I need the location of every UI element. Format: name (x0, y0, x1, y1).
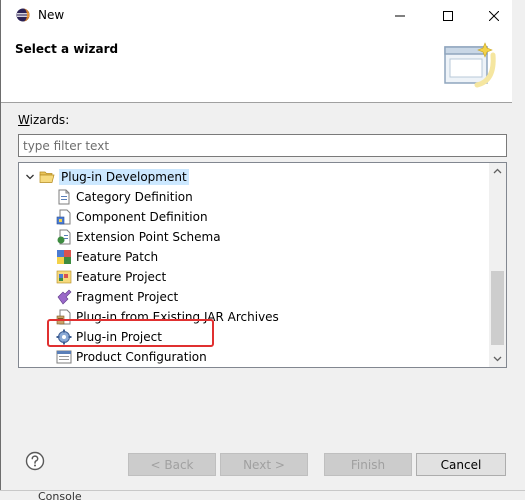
wizard-header: Select a wizard (1, 31, 512, 103)
close-icon (489, 10, 499, 21)
new-wizard-dialog: New Select a wizard Wizards: type filter… (0, 0, 512, 490)
maximize-button[interactable] (425, 0, 471, 31)
plugin-jar-icon (56, 309, 71, 325)
tree-scrollbar[interactable] (489, 163, 506, 367)
scroll-down-button[interactable] (489, 350, 506, 367)
category-definition-icon (58, 189, 70, 205)
window-title: New (38, 8, 65, 22)
wizards-label: Wizards: (18, 113, 69, 127)
minimize-icon (395, 15, 405, 16)
wizard-body: Wizards: Plug-in Development C (1, 103, 512, 433)
wizards-label-mnemonic: W (18, 113, 30, 127)
chevron-down-icon (493, 356, 502, 362)
tree-item-label: Feature Patch (76, 250, 159, 264)
chevron-up-icon (493, 168, 502, 174)
tree-item-plugin-project[interactable]: Plug-in Project (56, 327, 162, 347)
tree-category-label: Plug-in Development (59, 169, 189, 185)
component-definition-icon (56, 209, 71, 225)
tree-item-plugin-from-jar[interactable]: Plug-in from Existing JAR Archives (56, 307, 279, 327)
tree-item-category-definition[interactable]: Category Definition (56, 187, 193, 207)
tree-item-feature-patch[interactable]: Feature Patch (56, 247, 158, 267)
tree-item-product-configuration[interactable]: Product Configuration (56, 347, 207, 367)
scroll-up-button[interactable] (489, 163, 506, 180)
finish-button[interactable]: Finish (324, 453, 412, 476)
fragment-project-icon (57, 289, 72, 305)
page-title: Select a wizard (15, 42, 119, 56)
open-folder-icon (39, 171, 55, 183)
tree-item-label: Extension Point Schema (76, 230, 221, 244)
scroll-thumb[interactable] (491, 271, 504, 345)
tree-item-label: Plug-in Project (76, 330, 162, 344)
tree-item-label: Component Definition (76, 210, 208, 224)
wizard-banner-icon (444, 42, 496, 88)
maximize-icon (443, 10, 453, 21)
help-icon[interactable] (25, 451, 45, 471)
tree-item-label: Product Configuration (76, 350, 207, 364)
eclipse-app-icon (16, 8, 30, 22)
title-bar: New (1, 0, 512, 31)
feature-project-icon (56, 270, 72, 284)
extension-point-schema-icon (57, 229, 71, 245)
tree-item-fragment-project[interactable]: Fragment Project (56, 287, 178, 307)
cancel-button[interactable]: Cancel (416, 453, 506, 476)
tree-item-label: Feature Project (76, 270, 167, 284)
console-tab-label[interactable]: Console (38, 490, 82, 500)
background-bottom-strip: Console (0, 490, 525, 500)
plugin-project-icon (56, 329, 72, 345)
back-button[interactable]: < Back (128, 453, 216, 476)
tree-category-plugin-development[interactable]: Plug-in Development (23, 167, 189, 187)
tree-item-component-definition[interactable]: Component Definition (56, 207, 208, 227)
close-button[interactable] (471, 0, 517, 31)
feature-patch-icon (57, 250, 71, 264)
wizard-footer: < Back Next > Finish Cancel (1, 433, 512, 490)
wizard-tree[interactable]: Plug-in Development Category Definition … (18, 162, 507, 368)
minimize-button[interactable] (377, 0, 423, 31)
next-button[interactable]: Next > (220, 453, 308, 476)
tree-item-label: Plug-in from Existing JAR Archives (76, 310, 279, 324)
background-window-strip (512, 0, 525, 500)
tree-item-label: Fragment Project (76, 290, 179, 304)
product-configuration-icon (56, 350, 72, 364)
tree-item-feature-project[interactable]: Feature Project (56, 267, 166, 287)
tree-item-extension-point-schema[interactable]: Extension Point Schema (56, 227, 221, 247)
filter-input[interactable] (18, 134, 507, 157)
wizards-label-text: izards: (29, 113, 70, 127)
chevron-down-icon[interactable] (23, 169, 37, 185)
tree-item-label: Category Definition (76, 190, 193, 204)
